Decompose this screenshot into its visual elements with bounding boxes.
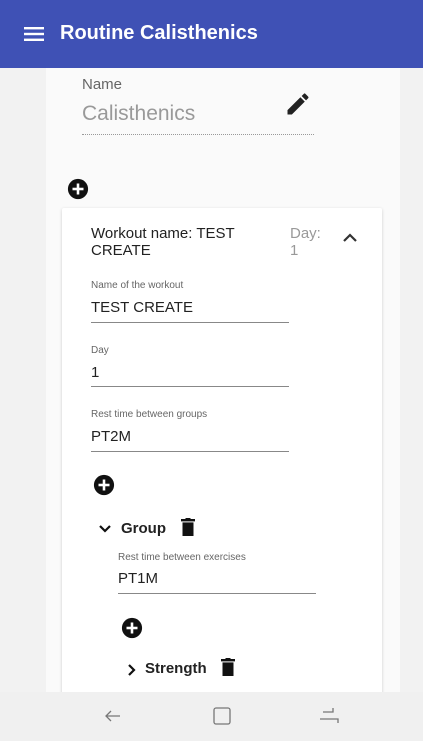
chevron-up-icon[interactable] <box>342 231 358 243</box>
back-icon[interactable] <box>104 707 122 725</box>
workout-name-underline <box>91 322 289 323</box>
day-label: Day <box>91 345 109 356</box>
workout-title: Workout name: TEST CREATE <box>91 225 235 259</box>
day-underline <box>91 386 289 387</box>
content-area: Name Calisthenics Workout name: TEST CRE… <box>0 68 423 692</box>
routine-name-label: Name <box>82 76 123 93</box>
routine-name-underline <box>82 134 314 135</box>
rest-groups-input[interactable]: PT2M <box>91 428 131 445</box>
workout-day-label: Day: 1 <box>290 225 321 259</box>
workout-name-input[interactable]: TEST CREATE <box>91 299 193 316</box>
menu-icon[interactable] <box>22 22 46 46</box>
app-bar: Routine Calisthenics <box>0 0 423 68</box>
rest-groups-label: Rest time between groups <box>91 409 208 420</box>
chevron-down-icon[interactable] <box>98 524 112 534</box>
recent-apps-icon[interactable] <box>318 707 340 725</box>
add-exercise-icon[interactable] <box>121 617 143 639</box>
pencil-icon[interactable] <box>284 90 312 118</box>
trash-icon[interactable] <box>181 518 195 536</box>
rest-exercises-underline <box>118 593 316 594</box>
exercise-label[interactable]: Strength <box>145 660 207 677</box>
home-icon[interactable] <box>212 706 232 726</box>
rest-exercises-input[interactable]: PT1M <box>118 570 158 587</box>
add-group-icon[interactable] <box>93 474 115 496</box>
add-workout-icon[interactable] <box>67 178 89 200</box>
rest-groups-underline <box>91 451 289 452</box>
trash-icon[interactable] <box>221 658 235 676</box>
group-label[interactable]: Group <box>121 520 166 537</box>
app-title: Routine Calisthenics <box>60 22 258 44</box>
rest-exercises-label: Rest time between exercises <box>118 552 246 563</box>
routine-name-input[interactable]: Calisthenics <box>82 102 195 126</box>
day-input[interactable]: 1 <box>91 364 99 381</box>
workout-name-label: Name of the workout <box>91 280 184 291</box>
chevron-right-icon[interactable] <box>127 663 137 677</box>
system-nav-bar <box>0 692 423 741</box>
